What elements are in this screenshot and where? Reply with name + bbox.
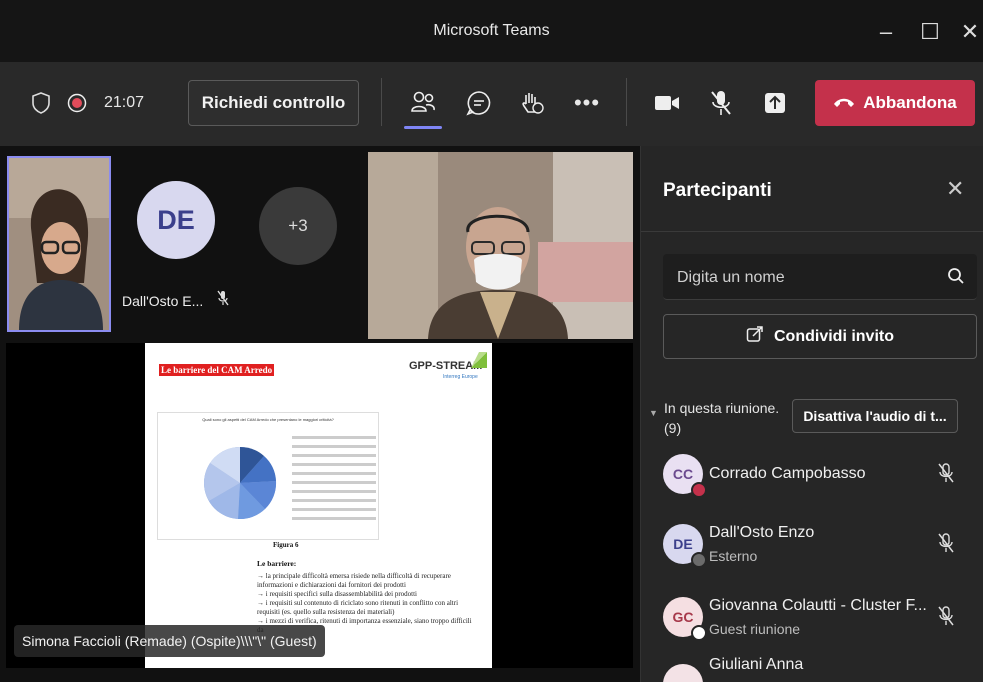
tile-participant-name: Dall'Osto E... bbox=[122, 290, 229, 309]
paragraph: → i requisiti sul contenuto di riciclato… bbox=[257, 599, 459, 616]
document-heading: Le barriere del CAM Arredo bbox=[159, 364, 275, 376]
more-participants-button[interactable]: +3 bbox=[259, 187, 337, 265]
panel-title: Partecipanti bbox=[663, 180, 772, 201]
status-badge bbox=[691, 552, 707, 568]
meeting-timer: 21:07 bbox=[104, 94, 145, 111]
participant-role: Esterno bbox=[709, 548, 758, 564]
record-icon bbox=[66, 92, 88, 114]
active-tab-indicator bbox=[404, 126, 442, 129]
request-control-button[interactable]: Richiedi controllo bbox=[188, 80, 359, 126]
collapse-chevron-icon[interactable]: ▼ bbox=[649, 408, 658, 418]
minimize-button[interactable]: – bbox=[866, 14, 906, 50]
search-icon[interactable] bbox=[947, 267, 965, 290]
avatar[interactable]: DE bbox=[137, 181, 215, 259]
mic-off-icon[interactable] bbox=[937, 532, 955, 559]
participant-name: Giuliani Anna bbox=[709, 656, 804, 673]
participant-name: Dall'Osto Enzo bbox=[709, 524, 815, 541]
share-invite-button[interactable]: Condividi invito bbox=[663, 314, 977, 359]
close-window-button[interactable]: ✕ bbox=[950, 14, 983, 50]
shield-icon[interactable] bbox=[28, 90, 54, 116]
participant-name: Corrado Campobasso bbox=[709, 465, 866, 482]
interreg-label: Interreg Europe bbox=[443, 374, 478, 380]
mute-all-button[interactable]: Disattiva l'audio di t... bbox=[792, 399, 958, 433]
leave-button[interactable]: Abbandona bbox=[815, 80, 975, 126]
participants-panel: Partecipanti ✕ Condividi invito ▼ In que… bbox=[640, 146, 983, 682]
search-input[interactable] bbox=[675, 254, 939, 302]
video-tile-speaker[interactable] bbox=[7, 156, 111, 332]
paragraph: → i requisiti specifici sulla disassembl… bbox=[257, 590, 417, 598]
toolbar-divider bbox=[381, 78, 382, 126]
section-heading: Le barriere: bbox=[257, 559, 297, 568]
chart-legend bbox=[292, 433, 376, 526]
window-title: Microsoft Teams bbox=[433, 22, 550, 39]
share-invite-label: Condividi invito bbox=[774, 327, 894, 345]
chart-title: Quali sono gli aspetti del CAM Arredo ch… bbox=[202, 417, 334, 422]
close-icon[interactable]: ✕ bbox=[946, 176, 964, 202]
phone-icon bbox=[833, 93, 855, 113]
participant-name: Giovanna Colautti - Cluster F... bbox=[709, 597, 927, 614]
participant-row[interactable]: CC Corrado Campobasso bbox=[641, 446, 983, 504]
status-badge bbox=[691, 625, 707, 641]
mic-off-icon bbox=[217, 290, 229, 309]
share-screen-icon[interactable] bbox=[758, 86, 792, 120]
paragraph: → la principale difficoltà emersa risied… bbox=[257, 572, 451, 589]
section-title: In questa riunione. bbox=[664, 400, 780, 416]
mic-off-icon[interactable] bbox=[704, 86, 738, 120]
status-badge bbox=[691, 482, 707, 498]
screen-share-caption: Simona Faccioli (Remade) (Ospite)\\\"\" … bbox=[14, 625, 325, 657]
share-icon bbox=[746, 325, 764, 348]
participant-row[interactable]: Giuliani Anna bbox=[641, 654, 983, 682]
participant-video bbox=[368, 152, 633, 339]
section-count: (9) bbox=[664, 420, 682, 436]
participant-role: Guest riunione bbox=[709, 621, 801, 637]
mic-off-icon[interactable] bbox=[937, 462, 955, 489]
avatar bbox=[663, 664, 703, 682]
mic-off-icon[interactable] bbox=[937, 605, 955, 632]
search-field[interactable] bbox=[663, 254, 977, 302]
video-tile-participant[interactable] bbox=[368, 152, 633, 339]
section-label[interactable]: In questa riunione. (9) bbox=[664, 398, 784, 438]
participant-row[interactable]: GC Giovanna Colautti - Cluster F... Gues… bbox=[641, 589, 983, 647]
divider bbox=[641, 231, 983, 232]
figure-caption: Figura 6 bbox=[273, 541, 299, 549]
gpp-logo-icon bbox=[471, 352, 487, 368]
title-bar: Microsoft Teams – ☐ ✕ bbox=[0, 0, 983, 62]
people-icon[interactable] bbox=[406, 86, 440, 120]
maximize-button[interactable]: ☐ bbox=[910, 14, 950, 50]
pie-chart bbox=[204, 446, 277, 520]
shared-document: Le barriere del CAM Arredo GPP-STREAM In… bbox=[145, 343, 492, 668]
chat-icon[interactable] bbox=[462, 86, 496, 120]
camera-icon[interactable] bbox=[650, 86, 684, 120]
raise-hand-icon[interactable] bbox=[515, 86, 549, 120]
leave-label: Abbandona bbox=[863, 93, 957, 112]
document-chart: Quali sono gli aspetti del CAM Arredo ch… bbox=[157, 412, 379, 540]
more-icon[interactable]: ••• bbox=[570, 86, 604, 120]
meeting-toolbar: 21:07 Richiedi controllo ••• Abbandona bbox=[0, 62, 983, 146]
tile-name-label: Dall'Osto E... bbox=[122, 293, 204, 309]
participant-row[interactable]: DE Dall'Osto Enzo Esterno bbox=[641, 516, 983, 574]
speaker-video bbox=[9, 158, 109, 330]
toolbar-divider bbox=[626, 78, 627, 126]
